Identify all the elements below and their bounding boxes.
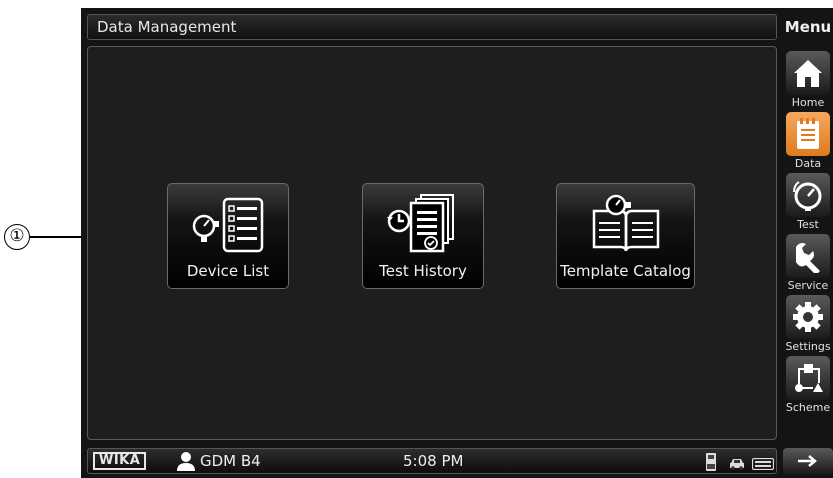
next-arrow-button[interactable] bbox=[783, 448, 833, 474]
menu-label-service: Service bbox=[787, 279, 829, 292]
user-name: GDM B4 bbox=[200, 452, 261, 470]
menu-item-home[interactable]: Home bbox=[783, 51, 833, 111]
wrench-icon bbox=[786, 234, 830, 278]
data-notepad-icon bbox=[786, 112, 830, 156]
menu-label-data: Data bbox=[794, 157, 822, 170]
menu-item-settings[interactable]: Settings bbox=[783, 295, 833, 355]
usb-icon bbox=[705, 453, 717, 475]
page-title: Data Management bbox=[87, 14, 777, 40]
menu-label-scheme: Scheme bbox=[785, 401, 831, 414]
car-icon bbox=[729, 455, 745, 474]
menu-label-settings: Settings bbox=[785, 340, 831, 353]
template-catalog-label: Template Catalog bbox=[560, 262, 691, 280]
status-bar: WIKA GDM B4 5:08 PM bbox=[87, 448, 777, 474]
home-icon bbox=[786, 51, 830, 95]
gauge-list-icon bbox=[168, 192, 288, 256]
test-history-button[interactable]: Test History bbox=[362, 183, 484, 289]
history-documents-icon bbox=[363, 192, 483, 256]
menu-item-service[interactable]: Service bbox=[783, 234, 833, 294]
device-list-button[interactable]: Device List bbox=[167, 183, 289, 289]
clock-time: 5:08 PM bbox=[403, 452, 464, 470]
test-gauge-icon bbox=[786, 173, 830, 217]
gear-icon bbox=[786, 295, 830, 339]
menu-item-scheme[interactable]: Scheme bbox=[783, 356, 833, 416]
menu-item-data[interactable]: Data bbox=[783, 112, 833, 172]
arrow-right-icon bbox=[798, 455, 817, 467]
test-history-label: Test History bbox=[379, 262, 467, 280]
callout-number: ① bbox=[4, 224, 30, 250]
menu-title: Menu bbox=[784, 18, 832, 36]
wika-logo: WIKA bbox=[93, 452, 147, 470]
device-list-label: Device List bbox=[186, 262, 270, 280]
scheme-icon bbox=[786, 356, 830, 400]
menu-item-test[interactable]: Test bbox=[783, 173, 833, 233]
menu-label-test: Test bbox=[797, 218, 819, 231]
menu-label-home: Home bbox=[791, 96, 825, 109]
template-catalog-button[interactable]: Template Catalog bbox=[556, 183, 695, 289]
user-icon bbox=[176, 452, 196, 475]
keyboard-icon bbox=[751, 455, 775, 474]
gauge-book-icon bbox=[557, 192, 694, 256]
